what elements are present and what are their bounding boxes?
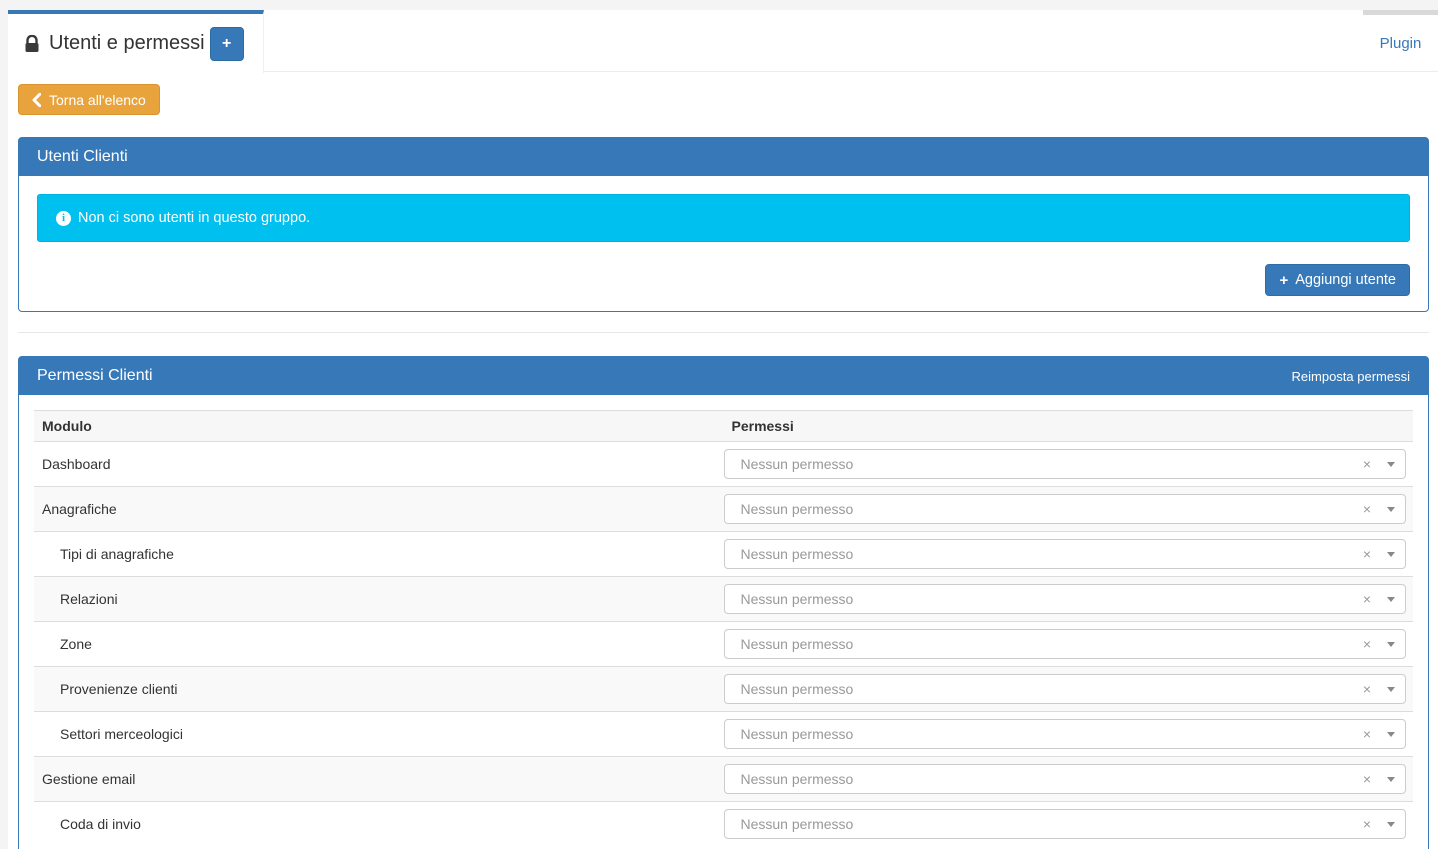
permissions-panel-title: Permessi Clienti <box>37 367 153 385</box>
table-row: Relazioni Nessun permesso × <box>34 577 1413 622</box>
table-header-row: Modulo Permessi <box>34 411 1413 442</box>
table-row: Coda di invio Nessun permesso × <box>34 802 1413 847</box>
caret-down-icon[interactable] <box>1387 777 1395 782</box>
plus-icon: + <box>222 35 231 53</box>
clear-icon[interactable]: × <box>1363 727 1371 741</box>
caret-down-icon[interactable] <box>1387 642 1395 647</box>
module-name: Provenienze clienti <box>42 681 178 697</box>
permission-select-value: Nessun permesso <box>741 546 1363 562</box>
module-name: Settori merceologici <box>42 726 183 742</box>
table-row: Anagrafiche Nessun permesso × <box>34 487 1413 532</box>
permissions-panel-body: Modulo Permessi Dashboard Nessun permess… <box>19 395 1428 849</box>
permission-select[interactable]: Nessun permesso × <box>724 764 1407 794</box>
module-name: Zone <box>42 636 92 652</box>
caret-down-icon[interactable] <box>1387 732 1395 737</box>
users-panel-body: Non ci sono utenti in questo gruppo. + A… <box>19 176 1428 311</box>
permission-select-value: Nessun permesso <box>741 591 1363 607</box>
permissions-panel-heading: Permessi Clienti Reimposta permessi <box>19 357 1428 395</box>
no-users-alert-text: Non ci sono utenti in questo gruppo. <box>78 210 310 226</box>
users-panel: Utenti Clienti Non ci sono utenti in que… <box>18 137 1429 312</box>
tab-utenti-e-permessi[interactable]: Utenti e permessi + <box>8 10 264 73</box>
tab-plugin[interactable]: Plugin <box>1363 10 1438 72</box>
clear-icon[interactable]: × <box>1363 457 1371 471</box>
table-row: Tipi di anagrafiche Nessun permesso × <box>34 532 1413 577</box>
permissions-panel: Permessi Clienti Reimposta permessi Modu… <box>18 356 1429 849</box>
tab-plugin-label: Plugin <box>1380 35 1422 52</box>
permission-select[interactable]: Nessun permesso × <box>724 449 1407 479</box>
permission-select[interactable]: Nessun permesso × <box>724 494 1407 524</box>
permission-select-value: Nessun permesso <box>741 501 1363 517</box>
caret-down-icon[interactable] <box>1387 462 1395 467</box>
caret-down-icon[interactable] <box>1387 687 1395 692</box>
page-title: Utenti e permessi <box>49 32 205 55</box>
users-panel-title: Utenti Clienti <box>37 148 128 166</box>
add-user-button[interactable]: + Aggiungi utente <box>1265 264 1410 296</box>
module-name: Anagrafiche <box>42 501 117 517</box>
table-row: Settori merceologici Nessun permesso × <box>34 712 1413 757</box>
permission-select-value: Nessun permesso <box>741 456 1363 472</box>
caret-down-icon[interactable] <box>1387 822 1395 827</box>
permission-select[interactable]: Nessun permesso × <box>724 584 1407 614</box>
module-name: Coda di invio <box>42 816 141 832</box>
permission-select-value: Nessun permesso <box>741 816 1363 832</box>
permissions-table: Modulo Permessi Dashboard Nessun permess… <box>34 410 1413 846</box>
plus-icon: + <box>1279 272 1288 289</box>
clear-icon[interactable]: × <box>1363 547 1371 561</box>
clear-icon[interactable]: × <box>1363 592 1371 606</box>
tab-bar: Utenti e permessi + Plugin <box>8 10 1438 72</box>
table-row: Dashboard Nessun permesso × <box>34 442 1413 487</box>
info-circle-icon <box>56 211 71 226</box>
permission-select[interactable]: Nessun permesso × <box>724 629 1407 659</box>
permission-select[interactable]: Nessun permesso × <box>724 539 1407 569</box>
permission-select-value: Nessun permesso <box>741 681 1363 697</box>
table-row: Zone Nessun permesso × <box>34 622 1413 667</box>
caret-down-icon[interactable] <box>1387 597 1395 602</box>
permission-select[interactable]: Nessun permesso × <box>724 719 1407 749</box>
clear-icon[interactable]: × <box>1363 817 1371 831</box>
tab-content-pane: Torna all'elenco Utenti Clienti Non ci s… <box>8 72 1438 849</box>
permission-select[interactable]: Nessun permesso × <box>724 674 1407 704</box>
permissions-table-body: Dashboard Nessun permesso × Anagrafiche … <box>34 442 1413 847</box>
table-row: Gestione email Nessun permesso × <box>34 757 1413 802</box>
chevron-left-icon <box>32 93 41 107</box>
section-divider <box>18 332 1429 333</box>
module-name: Relazioni <box>42 591 118 607</box>
module-name: Dashboard <box>42 456 111 472</box>
caret-down-icon[interactable] <box>1387 507 1395 512</box>
clear-icon[interactable]: × <box>1363 682 1371 696</box>
reset-permissions-link[interactable]: Reimposta permessi <box>1292 369 1411 384</box>
main-content-box: Utenti e permessi + Plugin Torna all'ele… <box>8 10 1438 849</box>
permission-select-value: Nessun permesso <box>741 726 1363 742</box>
permission-select-value: Nessun permesso <box>741 771 1363 787</box>
no-users-alert: Non ci sono utenti in questo gruppo. <box>37 194 1410 242</box>
column-header-modulo: Modulo <box>34 411 724 442</box>
users-panel-heading: Utenti Clienti <box>19 138 1428 176</box>
caret-down-icon[interactable] <box>1387 552 1395 557</box>
clear-icon[interactable]: × <box>1363 637 1371 651</box>
permission-select[interactable]: Nessun permesso × <box>724 809 1407 839</box>
back-to-list-button[interactable]: Torna all'elenco <box>18 84 160 115</box>
table-row: Provenienze clienti Nessun permesso × <box>34 667 1413 712</box>
permission-select-value: Nessun permesso <box>741 636 1363 652</box>
clear-icon[interactable]: × <box>1363 502 1371 516</box>
lock-icon <box>24 35 40 53</box>
users-panel-actions: + Aggiungi utente <box>37 264 1410 296</box>
add-tab-button[interactable]: + <box>210 27 244 61</box>
back-to-list-label: Torna all'elenco <box>49 92 146 108</box>
module-name: Tipi di anagrafiche <box>42 546 174 562</box>
module-name: Gestione email <box>42 771 135 787</box>
column-header-permessi: Permessi <box>724 411 1414 442</box>
add-user-label: Aggiungi utente <box>1295 272 1396 288</box>
clear-icon[interactable]: × <box>1363 772 1371 786</box>
